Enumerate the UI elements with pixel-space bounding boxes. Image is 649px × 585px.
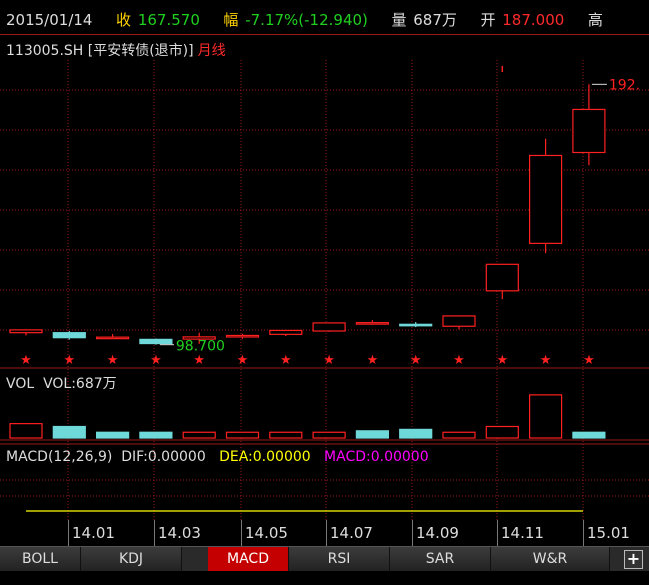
tab-sar[interactable]: SAR	[390, 547, 491, 571]
star-marker: ★	[410, 353, 422, 368]
low-marker-label: 98.700	[176, 339, 225, 355]
candle-body	[52, 332, 86, 339]
x-axis-separator	[412, 520, 413, 546]
add-indicator-icon[interactable]: +	[624, 550, 643, 569]
x-tick-label: 14.01	[72, 524, 115, 542]
candle-body	[355, 322, 389, 325]
x-axis-separator	[68, 520, 69, 546]
candle-body	[269, 329, 303, 335]
volume-bar	[139, 431, 173, 439]
x-axis-separator	[497, 520, 498, 546]
volume-bar	[269, 431, 303, 439]
candle-body	[9, 329, 43, 334]
volume-bar	[9, 423, 43, 439]
volume-bar	[528, 394, 563, 439]
macd-panel-label: MACD(12,26,9) DIF:0.00000 DEA:0.00000 MA…	[6, 449, 429, 465]
star-marker: ★	[20, 353, 32, 368]
candle-body	[399, 323, 433, 327]
star-marker: ★	[63, 353, 75, 368]
star-marker: ★	[193, 353, 205, 368]
candle-body	[139, 338, 173, 345]
star-marker: ★	[107, 353, 119, 368]
volume-bar	[399, 428, 433, 439]
stock-chart-window: 2015/01/14 收 167.570 幅 -7.17%(-12.940) 量…	[0, 0, 649, 585]
x-axis-separator	[154, 520, 155, 546]
x-tick-label: 14.11	[501, 524, 544, 542]
volume-bar	[355, 430, 389, 439]
star-marker: ★	[150, 353, 162, 368]
volume-bar	[52, 425, 86, 439]
tab-boll[interactable]: BOLL	[0, 547, 81, 571]
bottom-strip	[0, 571, 649, 585]
candle-body	[312, 322, 346, 332]
candle-body	[225, 334, 260, 338]
macd-dif: DIF:0.00000	[121, 449, 206, 465]
star-marker: ★	[496, 353, 508, 368]
tab-wr[interactable]: W&R	[491, 547, 610, 571]
star-marker: ★	[583, 353, 595, 368]
star-marker: ★	[540, 353, 552, 368]
candle-body	[95, 336, 130, 340]
star-marker: ★	[280, 353, 292, 368]
volume-bar	[312, 431, 346, 439]
tab-kdj[interactable]: KDJ	[81, 547, 182, 571]
tab-rsi[interactable]: RSI	[289, 547, 390, 571]
x-tick-label: 14.07	[330, 524, 373, 542]
star-marker: ★	[367, 353, 379, 368]
volume-bar	[442, 431, 476, 439]
tab-macd[interactable]: MACD	[208, 547, 289, 571]
volume-bar	[225, 431, 260, 439]
star-marker: ★	[453, 353, 465, 368]
x-axis-separator	[583, 520, 584, 546]
high-marker-label: 192.	[609, 77, 640, 93]
x-axis: 14.01 14.03 14.05 14.07 14.09 14.11 15.0…	[0, 520, 649, 546]
volume-bar	[572, 431, 606, 439]
macd-title: MACD(12,26,9)	[6, 449, 113, 465]
volume-panel-label: VOL VOL:687万	[6, 373, 117, 393]
chart-canvas[interactable]: ★ ★ ★ ★ ★ ★ ★ ★ ★ ★ ★ ★ ★ ★ 192. 98.700	[0, 0, 649, 520]
star-marker: ★	[323, 353, 335, 368]
x-tick-label: 15.01	[587, 524, 630, 542]
star-marker: ★	[237, 353, 249, 368]
x-tick-label: 14.03	[158, 524, 201, 542]
macd-dea: DEA:0.00000	[219, 449, 311, 465]
indicator-tab-bar: BOLL KDJ MACD RSI SAR W&R +	[0, 546, 649, 571]
macd-value: MACD:0.00000	[324, 449, 429, 465]
x-axis-separator	[241, 520, 242, 546]
candle-body	[572, 108, 606, 154]
candle-body	[442, 315, 476, 327]
candle-body	[528, 154, 563, 244]
volume-panel-title: VOL	[6, 376, 35, 392]
volume-bar	[182, 431, 216, 439]
volume-bar	[95, 431, 130, 439]
x-tick-label: 14.09	[416, 524, 459, 542]
volume-panel-value: VOL:687万	[43, 376, 117, 392]
volume-bar	[485, 425, 519, 439]
candle-body	[485, 263, 519, 292]
x-axis-separator	[326, 520, 327, 546]
x-tick-label: 14.05	[245, 524, 288, 542]
